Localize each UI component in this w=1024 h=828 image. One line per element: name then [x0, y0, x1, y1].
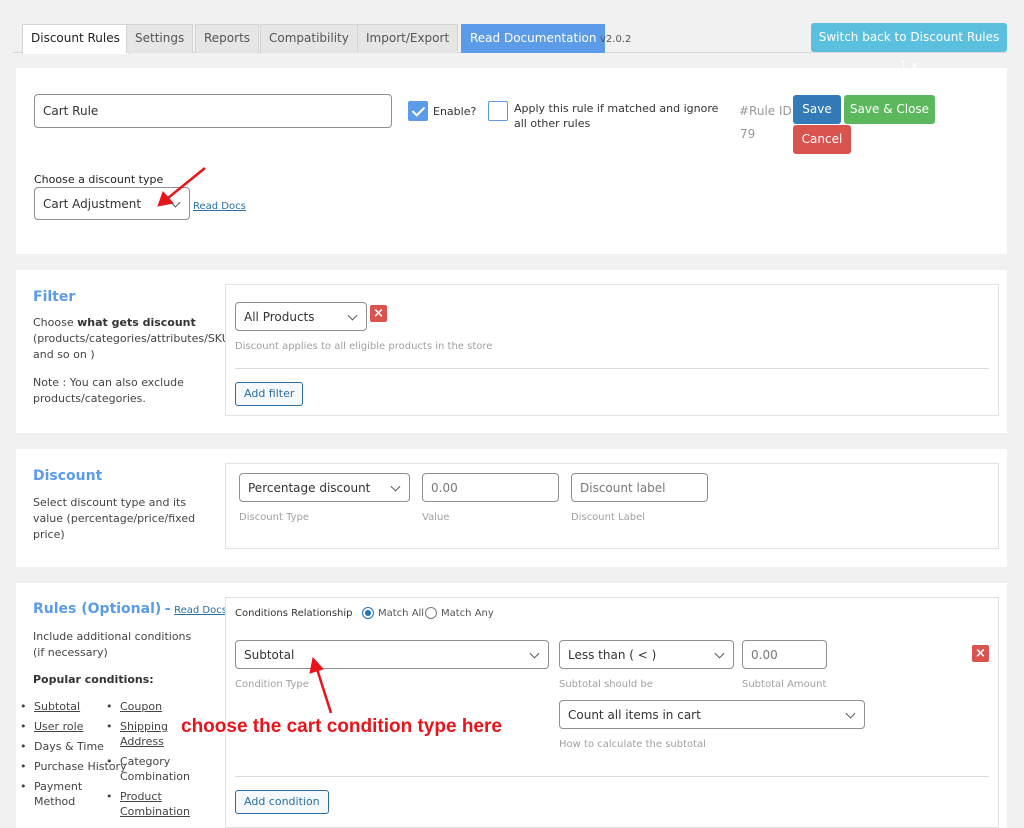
arrow-to-discount-type: [157, 167, 206, 207]
arrow-to-condition-type: [309, 656, 333, 714]
annotation-text: choose the cart condition type here: [181, 716, 502, 737]
annotation-arrows: [157, 167, 333, 714]
